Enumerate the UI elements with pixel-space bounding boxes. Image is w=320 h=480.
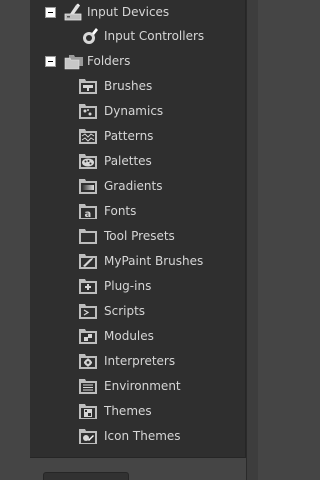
dynamics-folder-icon — [78, 102, 98, 120]
patterns-folder-icon — [78, 127, 98, 145]
tree-item-label: Environment — [104, 379, 181, 393]
tree-item-label: Scripts — [104, 304, 146, 318]
interpreters-folder-icon — [78, 352, 98, 370]
themes-folder-icon — [78, 402, 98, 420]
tree-item-input-devices[interactable]: Input Devices — [30, 0, 245, 25]
tree-item-label: Dynamics — [104, 104, 164, 118]
tree-item-label: Tool Presets — [104, 229, 175, 243]
tree-item-modules[interactable]: Modules — [30, 324, 245, 349]
tree-item-scripts[interactable]: Scripts — [30, 299, 245, 324]
tree-item-label: Modules — [104, 329, 154, 343]
tree-item-gradients[interactable]: Gradients — [30, 174, 245, 199]
tree-item-patterns[interactable]: Patterns — [30, 124, 245, 149]
tree-item-label: Icon Themes — [104, 429, 181, 443]
fonts-folder-icon: a — [78, 202, 98, 220]
dialog-button[interactable] — [43, 472, 129, 480]
tool-presets-folder-icon — [78, 227, 98, 245]
tree-item-dynamics[interactable]: Dynamics — [30, 99, 245, 124]
icon-themes-folder-icon — [78, 427, 98, 445]
scrollbar-track[interactable] — [246, 0, 258, 480]
plug-ins-folder-icon — [78, 277, 98, 295]
preferences-category-tree[interactable]: Input Devices Input Controllers Folders … — [30, 0, 246, 458]
environment-folder-icon — [78, 377, 98, 395]
tree-item-label: Themes — [104, 404, 152, 418]
tree-item-label: Patterns — [104, 129, 154, 143]
input-devices-icon — [64, 3, 84, 21]
tree-item-interpreters[interactable]: Interpreters — [30, 349, 245, 374]
tree-item-label: Input Devices — [87, 5, 170, 19]
gradients-folder-icon — [78, 177, 98, 195]
tree-item-label: Folders — [87, 54, 131, 68]
tree-item-mypaint-brushes[interactable]: MyPaint Brushes — [30, 249, 245, 274]
mypaint-brushes-folder-icon — [78, 252, 98, 270]
tree-item-palettes[interactable]: Palettes — [30, 149, 245, 174]
tree-item-label: Interpreters — [104, 354, 176, 368]
tree-item-input-controllers[interactable]: Input Controllers — [30, 24, 245, 49]
svg-text:a: a — [85, 209, 92, 220]
tree-item-fonts[interactable]: a Fonts — [30, 199, 245, 224]
modules-folder-icon — [78, 327, 98, 345]
collapse-toggle-icon[interactable] — [45, 7, 56, 18]
palettes-folder-icon — [78, 152, 98, 170]
tree-item-icon-themes[interactable]: Icon Themes — [30, 424, 245, 449]
tree-item-label: MyPaint Brushes — [104, 254, 204, 268]
preferences-dialog: Input Devices Input Controllers Folders … — [0, 0, 258, 480]
tree-item-label: Input Controllers — [104, 29, 205, 43]
collapse-toggle-icon[interactable] — [45, 56, 56, 67]
tree-item-brushes[interactable]: Brushes — [30, 74, 245, 99]
tree-item-label: Palettes — [104, 154, 152, 168]
tree-item-environment[interactable]: Environment — [30, 374, 245, 399]
scripts-folder-icon — [78, 302, 98, 320]
folders-icon — [64, 52, 84, 70]
tree-item-plug-ins[interactable]: Plug-ins — [30, 274, 245, 299]
tree-item-label: Fonts — [104, 204, 137, 218]
brushes-folder-icon — [78, 77, 98, 95]
tree-item-themes[interactable]: Themes — [30, 399, 245, 424]
tree-item-label: Brushes — [104, 79, 153, 93]
tree-item-label: Gradients — [104, 179, 163, 193]
tree-item-folders[interactable]: Folders — [30, 49, 245, 74]
tree-item-tool-presets[interactable]: Tool Presets — [30, 224, 245, 249]
tree-item-label: Plug-ins — [104, 279, 152, 293]
input-controllers-icon — [80, 27, 100, 45]
